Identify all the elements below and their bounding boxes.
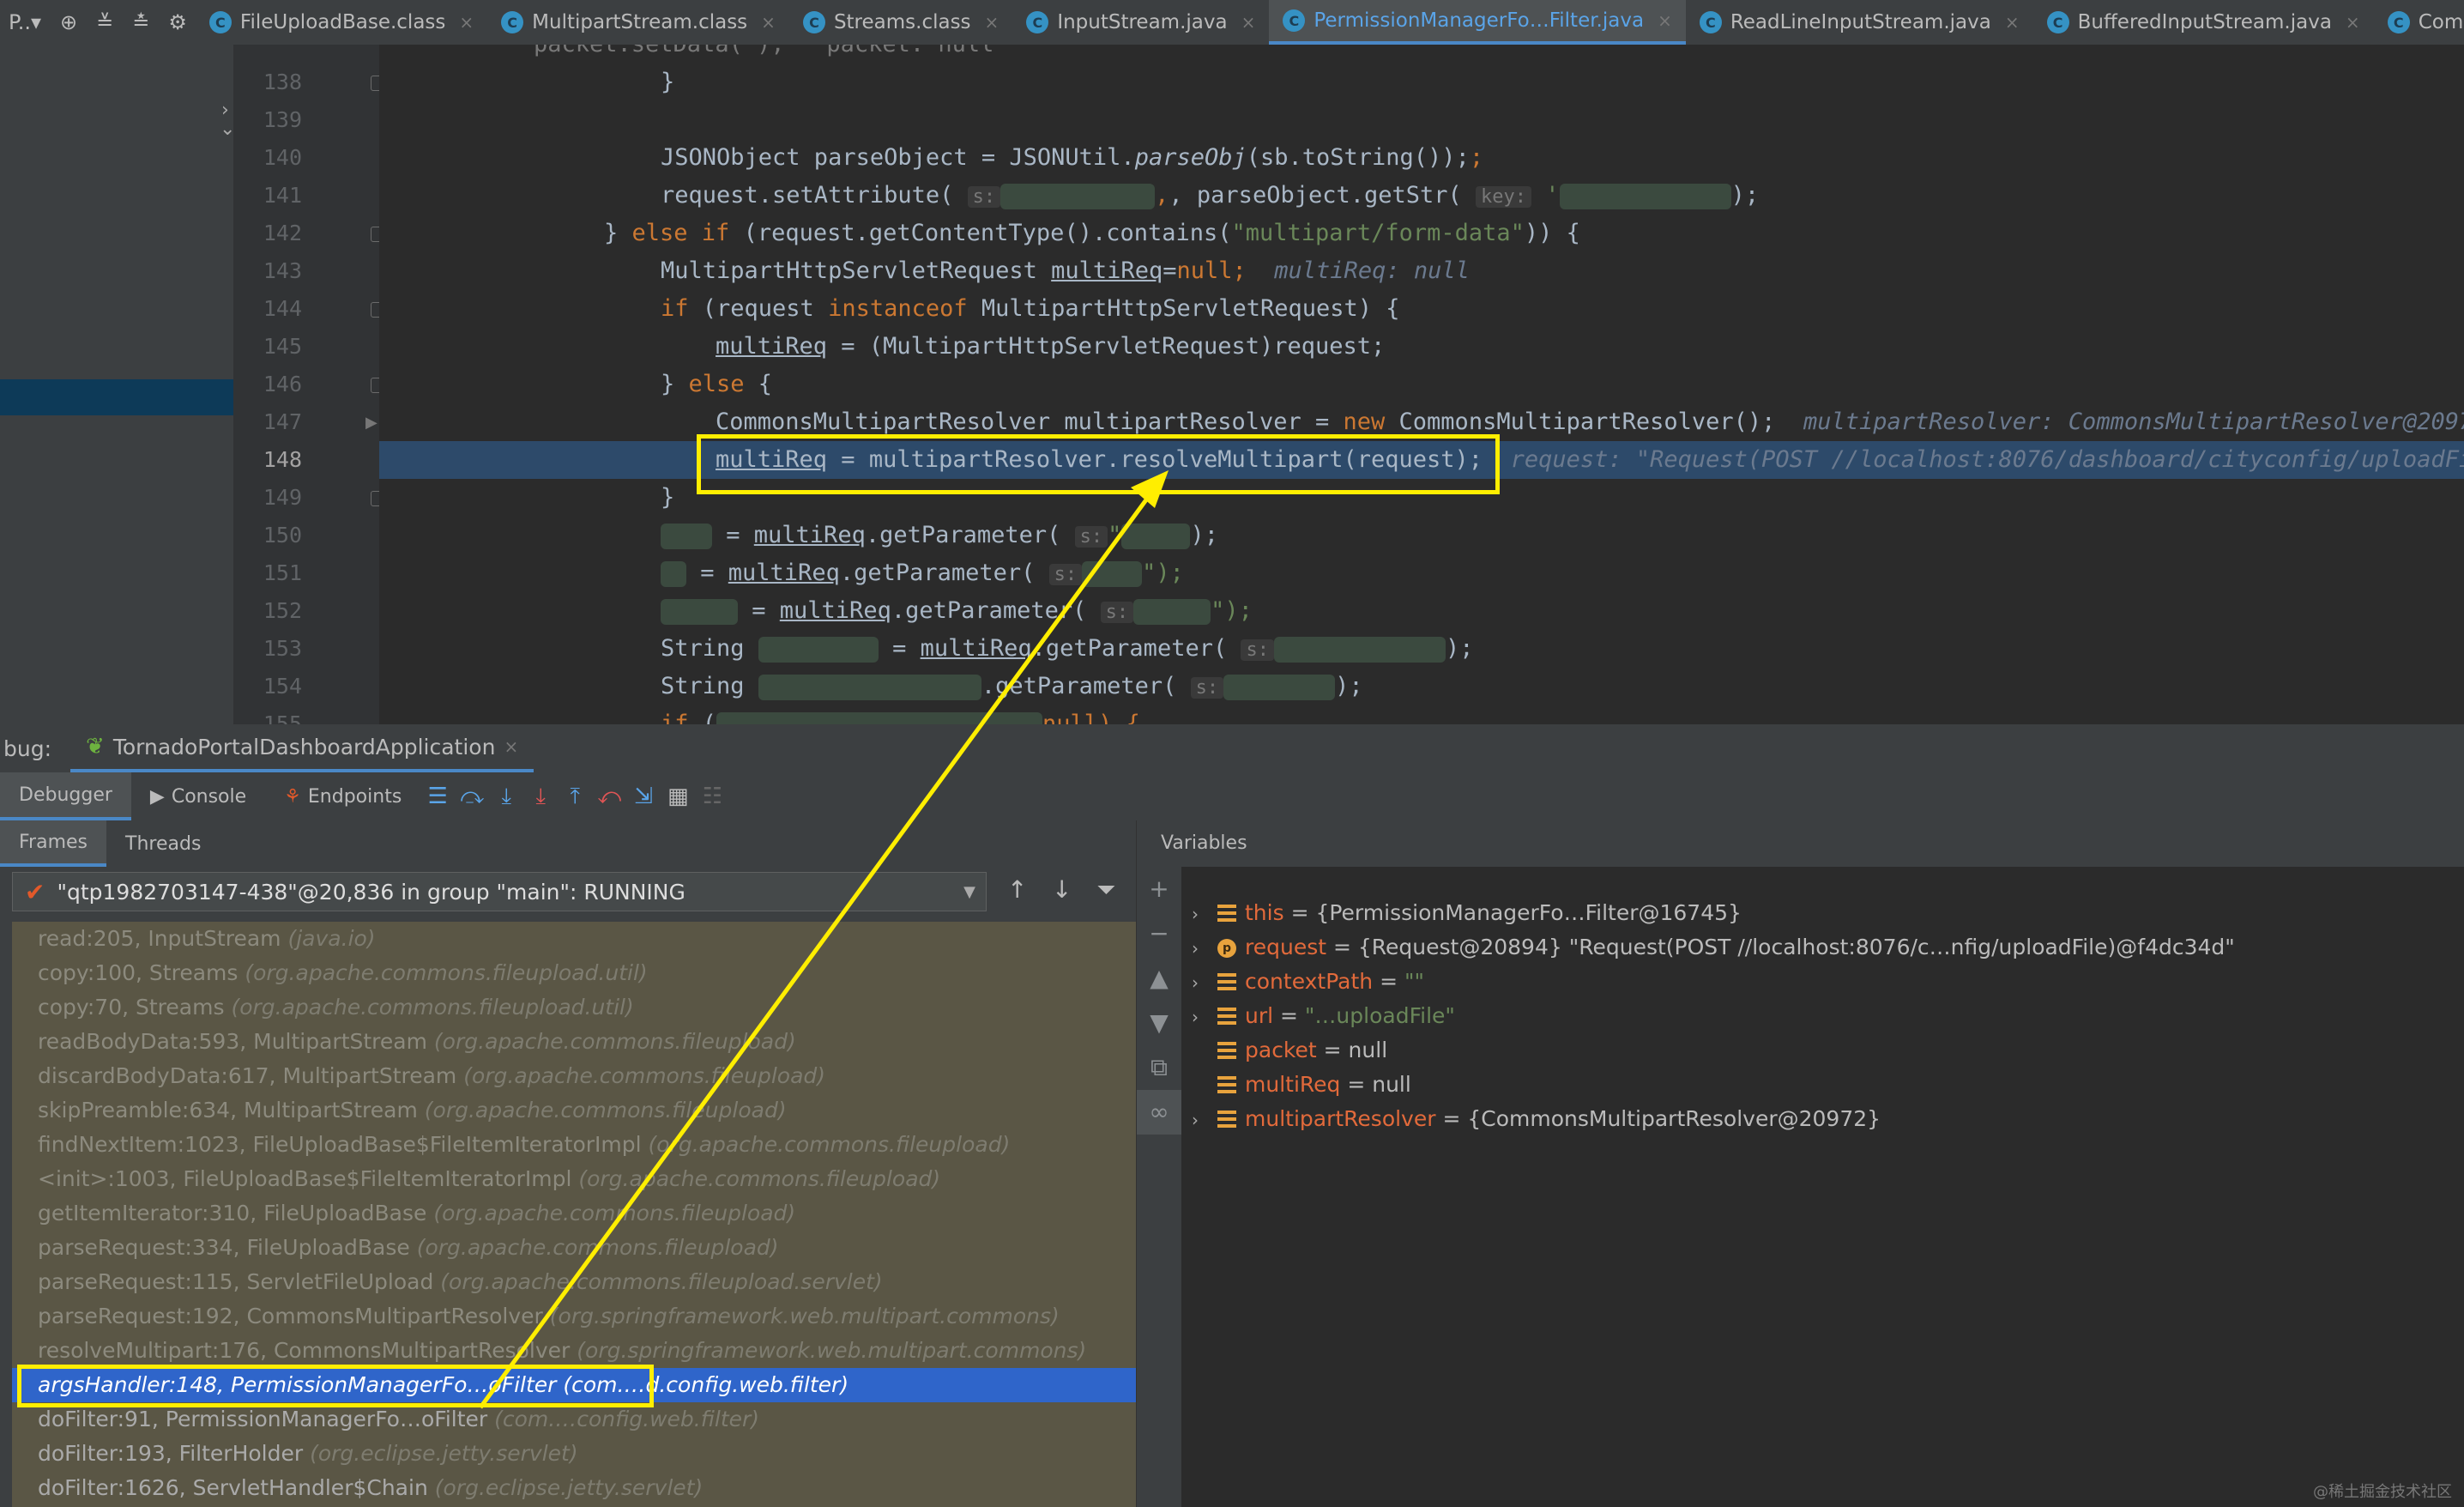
arrow-head bbox=[1131, 470, 1169, 508]
watermark: @稀土掘金技术社区 bbox=[2313, 1483, 2452, 1501]
annotation-arrow bbox=[478, 470, 1169, 1409]
arrow-line bbox=[478, 484, 1159, 1409]
